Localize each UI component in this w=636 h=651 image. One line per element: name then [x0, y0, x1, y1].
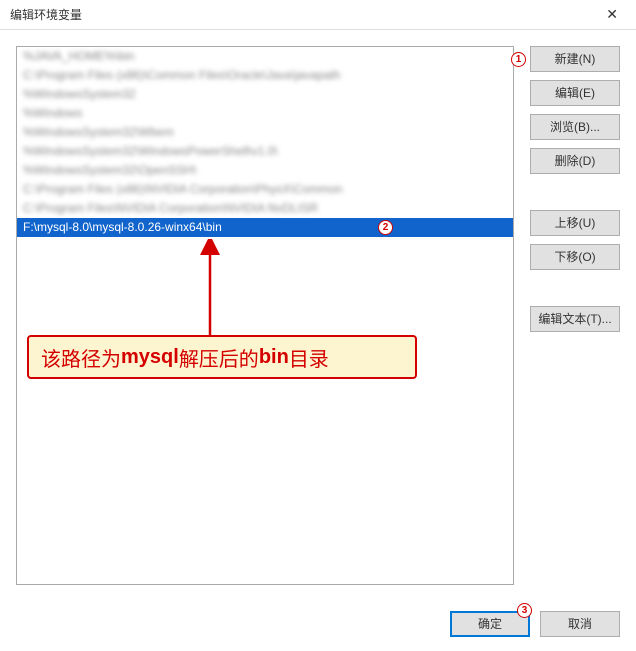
- moveup-button-label: 上移(U): [555, 216, 596, 230]
- movedown-button[interactable]: 下移(O): [530, 244, 620, 270]
- new-button-label: 新建(N): [555, 52, 596, 66]
- delete-button[interactable]: 删除(D): [530, 148, 620, 174]
- edit-button[interactable]: 编辑(E): [530, 80, 620, 106]
- edit-button-label: 编辑(E): [555, 86, 595, 100]
- list-item-selected[interactable]: F:\mysql-8.0\mysql-8.0.26-winx64\bin 2: [17, 218, 513, 237]
- selected-path-text: F:\mysql-8.0\mysql-8.0.26-winx64\bin: [23, 220, 222, 234]
- list-item[interactable]: C:\Program Files (x86)\Common Files\Orac…: [17, 66, 513, 85]
- delete-button-label: 删除(D): [555, 154, 596, 168]
- callout-text-mysql: mysql: [121, 346, 179, 369]
- button-group-3: 编辑文本(T)...: [530, 306, 620, 332]
- dialog-footer: 确定 3 取消: [434, 601, 636, 651]
- moveup-button[interactable]: 上移(U): [530, 210, 620, 236]
- edittext-button-label: 编辑文本(T)...: [538, 312, 611, 326]
- new-button[interactable]: 1 新建(N): [530, 46, 620, 72]
- callout-text-mid2: 解压后的: [179, 343, 259, 372]
- button-group-1: 1 新建(N) 编辑(E) 浏览(B)... 删除(D): [530, 46, 620, 174]
- annotation-badge-2: 2: [378, 220, 393, 235]
- dialog-title: 编辑环境变量: [10, 6, 82, 23]
- list-item[interactable]: %WindowsSystem32: [17, 85, 513, 104]
- cancel-button-label: 取消: [568, 617, 592, 631]
- annotation-callout: 该路径为mysql解压后的bin目录: [27, 335, 417, 379]
- callout-text-prefix: 该路径为: [41, 343, 121, 372]
- edittext-button[interactable]: 编辑文本(T)...: [530, 306, 620, 332]
- cancel-button[interactable]: 取消: [540, 611, 620, 637]
- dialog-window: 编辑环境变量 ✕ %JAVA_HOME%\bin C:\Program File…: [0, 0, 636, 651]
- dialog-body: %JAVA_HOME%\bin C:\Program Files (x86)\C…: [0, 30, 636, 601]
- callout-text-suffix: 目录: [289, 343, 329, 372]
- list-item[interactable]: %WindowsSystem32\Wbem: [17, 123, 513, 142]
- list-item[interactable]: %WindowsSystem32\WindowsPowerShell\v1.0\: [17, 142, 513, 161]
- list-item[interactable]: %JAVA_HOME%\bin: [17, 47, 513, 66]
- ok-button[interactable]: 确定 3: [450, 611, 530, 637]
- callout-text-bin: bin: [259, 346, 289, 369]
- annotation-badge-1: 1: [511, 52, 526, 67]
- browse-button[interactable]: 浏览(B)...: [530, 114, 620, 140]
- button-group-2: 上移(U) 下移(O): [530, 210, 620, 270]
- close-icon[interactable]: ✕: [598, 2, 626, 27]
- list-item[interactable]: %Windows: [17, 104, 513, 123]
- list-item[interactable]: %WindowsSystem32\OpenSSH\: [17, 161, 513, 180]
- path-listbox[interactable]: %JAVA_HOME%\bin C:\Program Files (x86)\C…: [16, 46, 514, 585]
- list-item[interactable]: C:\Program Files (x86)\NVIDIA Corporatio…: [17, 180, 513, 199]
- button-column: 1 新建(N) 编辑(E) 浏览(B)... 删除(D) 上移(U) 下: [530, 46, 620, 585]
- list-item[interactable]: C:\Program Files\NVIDIA Corporation\NVID…: [17, 199, 513, 218]
- movedown-button-label: 下移(O): [554, 250, 595, 264]
- browse-button-label: 浏览(B)...: [550, 120, 600, 134]
- titlebar: 编辑环境变量 ✕: [0, 0, 636, 30]
- ok-button-label: 确定: [478, 617, 502, 631]
- annotation-badge-3: 3: [517, 603, 532, 618]
